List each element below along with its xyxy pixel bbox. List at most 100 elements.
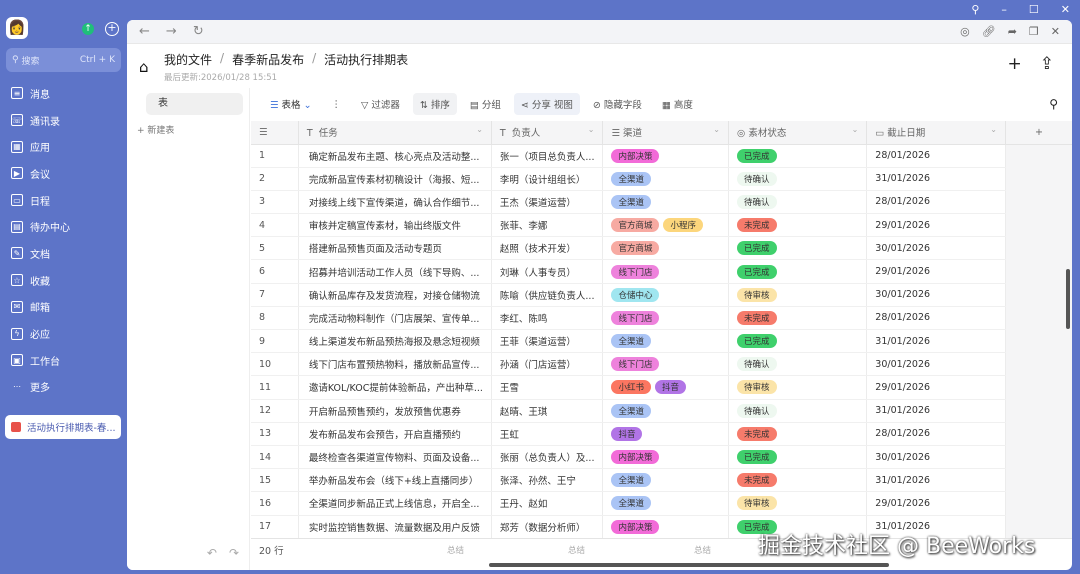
open-doc-tab[interactable]: 活动执行排期表-春...	[5, 415, 121, 439]
view-switcher[interactable]: ☰ 表格 ⌄	[263, 93, 319, 115]
status-cell[interactable]: 未完成	[728, 306, 868, 331]
task-cell[interactable]: 全渠道同步新品正式上线信息，开启全...	[298, 491, 492, 516]
task-cell[interactable]: 线下门店布置预热物料，播放新品宣传...	[298, 352, 492, 377]
close-tab-icon[interactable]: ✕	[1051, 25, 1060, 38]
table-row[interactable]: 11 邀请KOL/KOC提前体验新品，产出种草... 王雪 小红书 抖音 待审核 29/01…	[251, 375, 1072, 400]
column-header-channel[interactable]: ☰ 渠道 ⌄	[602, 121, 729, 145]
due-date-cell[interactable]: 31/01/2026	[866, 329, 1006, 354]
channel-cell[interactable]: 官方商城	[602, 236, 729, 261]
sidebar-item[interactable]: ✉ 邮箱	[0, 294, 127, 321]
search-icon[interactable]: ⚲	[1049, 97, 1058, 111]
row-number[interactable]: 4	[251, 213, 299, 238]
redo-icon[interactable]: ↷	[229, 546, 239, 560]
column-header-task[interactable]: T 任务 ⌄	[298, 121, 492, 145]
table-row[interactable]: 10 线下门店布置预热物料，播放新品宣传... 孙涵（门店运营） 线下门店 待确认 30/…	[251, 352, 1072, 377]
new-table-button[interactable]: + 新建表	[137, 123, 249, 136]
row-number[interactable]: 17	[251, 515, 299, 538]
task-cell[interactable]: 线上渠道发布新品预热海报及悬念短视频	[298, 329, 492, 354]
task-cell[interactable]: 确定新品发布主题、核心亮点及活动整...	[298, 144, 492, 168]
channel-cell[interactable]: 小红书 抖音	[602, 375, 729, 400]
owner-cell[interactable]: 张丽（总负责人）及...	[491, 445, 604, 470]
owner-cell[interactable]: 张泽、孙然、王宁	[491, 468, 604, 493]
channel-cell[interactable]: 内部决策	[602, 445, 729, 470]
row-number[interactable]: 14	[251, 445, 299, 470]
status-cell[interactable]: 已完成	[728, 236, 868, 261]
owner-cell[interactable]: 赵照（技术开发）	[491, 236, 604, 261]
sidebar-item[interactable]: ▭ 日程	[0, 187, 127, 214]
row-number[interactable]: 10	[251, 352, 299, 377]
task-cell[interactable]: 招募并培训活动工作人员（线下导购、...	[298, 259, 492, 284]
owner-cell[interactable]: 郑芳（数据分析师）	[491, 515, 604, 538]
upload-status-icon[interactable]: ↑	[82, 23, 94, 35]
channel-cell[interactable]: 全渠道	[602, 468, 729, 493]
sidebar-item[interactable]: ✎ 文档	[0, 240, 127, 267]
channel-cell[interactable]: 线下门店	[602, 352, 729, 377]
add-icon[interactable]: +	[1008, 54, 1022, 74]
row-number[interactable]: 13	[251, 422, 299, 446]
table-row[interactable]: 8 完成活动物料制作（门店展架、宣传单... 李红、陈鸣 线下门店 未完成 28/01/2…	[251, 306, 1072, 331]
row-height-button[interactable]: ▦ 高度	[655, 93, 700, 115]
channel-cell[interactable]: 官方商城 小程序	[602, 213, 729, 238]
due-date-cell[interactable]: 29/01/2026	[866, 491, 1006, 516]
owner-cell[interactable]: 王菲（渠道运营）	[491, 329, 604, 354]
due-date-cell[interactable]: 30/01/2026	[866, 445, 1006, 470]
filter-button[interactable]: ▽ 过滤器	[354, 93, 407, 115]
sidebar-item[interactable]: ≡ 消息	[0, 80, 127, 107]
summary-channel[interactable]: 总结	[694, 544, 711, 556]
channel-cell[interactable]: 全渠道	[602, 399, 729, 423]
owner-cell[interactable]: 王虹	[491, 422, 604, 446]
owner-cell[interactable]: 李红、陈鸣	[491, 306, 604, 331]
status-cell[interactable]: 待确认	[728, 352, 868, 377]
task-cell[interactable]: 最终检查各渠道宣传物料、页面及设备...	[298, 445, 492, 470]
status-cell[interactable]: 已完成	[728, 445, 868, 470]
channel-cell[interactable]: 抖音	[602, 422, 729, 446]
compass-icon[interactable]: ◎	[960, 25, 970, 38]
horizontal-scrollbar[interactable]	[489, 563, 889, 567]
due-date-cell[interactable]: 30/01/2026	[866, 236, 1006, 261]
hide-fields-button[interactable]: ⊘ 隐藏字段	[586, 93, 649, 115]
row-number[interactable]: 15	[251, 468, 299, 493]
task-cell[interactable]: 实时监控销售数据、流量数据及用户反馈	[298, 515, 492, 538]
copy-window-icon[interactable]: ❐	[1029, 25, 1039, 38]
column-header-owner[interactable]: T 负责人 ⌄	[491, 121, 604, 145]
status-cell[interactable]: 待审核	[728, 375, 868, 400]
due-date-cell[interactable]: 31/01/2026	[866, 468, 1006, 493]
owner-cell[interactable]: 李明（设计组组长）	[491, 167, 604, 191]
channel-cell[interactable]: 内部决策	[602, 515, 729, 538]
undo-icon[interactable]: ↶	[207, 546, 217, 560]
channel-cell[interactable]: 线下门店	[602, 259, 729, 284]
row-number[interactable]: 7	[251, 283, 299, 307]
due-date-cell[interactable]: 31/01/2026	[866, 167, 1006, 191]
table-row[interactable]: 7 确认新品库存及发货流程，对接仓储物流 陈喻（供应链负责人... 仓储中心 待审核 30…	[251, 283, 1072, 307]
table-row[interactable]: 16 全渠道同步新品正式上线信息，开启全... 王丹、赵如 全渠道 待审核 29/01/2…	[251, 491, 1072, 516]
due-date-cell[interactable]: 28/01/2026	[866, 422, 1006, 446]
column-header-due-date[interactable]: ▭ 截止日期 ⌄	[866, 121, 1006, 145]
table-row[interactable]: 1 确定新品发布主题、核心亮点及活动整... 张一（项目总负责人... 内部决策 已完成…	[251, 144, 1072, 168]
owner-cell[interactable]: 赵晴、王琪	[491, 399, 604, 423]
column-header-status[interactable]: ◎ 素材状态 ⌄	[728, 121, 868, 145]
due-date-cell[interactable]: 28/01/2026	[866, 144, 1006, 168]
sidebar-item[interactable]: ▣ 工作台	[0, 347, 127, 374]
sidebar-item[interactable]: ☏ 通讯录	[0, 107, 127, 134]
due-date-cell[interactable]: 30/01/2026	[866, 352, 1006, 377]
table-row[interactable]: 2 完成新品宣传素材初稿设计（海报、短... 李明（设计组组长） 全渠道 待确认 31/0…	[251, 167, 1072, 191]
channel-cell[interactable]: 内部决策	[602, 144, 729, 168]
owner-cell[interactable]: 王雪	[491, 375, 604, 400]
status-cell[interactable]: 待确认	[728, 399, 868, 423]
task-cell[interactable]: 搭建新品预售页面及活动专题页	[298, 236, 492, 261]
task-cell[interactable]: 开启新品预售预约，发放预售优惠券	[298, 399, 492, 423]
export-icon[interactable]: ⇪	[1040, 54, 1054, 74]
owner-cell[interactable]: 王杰（渠道运营）	[491, 190, 604, 215]
table-row[interactable]: 12 开启新品预售预约，发放预售优惠券 赵晴、王琪 全渠道 待确认 31/01/2026	[251, 399, 1072, 423]
summary-owner[interactable]: 总结	[568, 544, 585, 556]
avatar[interactable]: 👩	[6, 17, 28, 39]
row-number[interactable]: 6	[251, 259, 299, 284]
status-cell[interactable]: 待确认	[728, 190, 868, 215]
row-number[interactable]: 3	[251, 190, 299, 215]
due-date-cell[interactable]: 30/01/2026	[866, 283, 1006, 307]
vertical-scrollbar[interactable]	[1066, 269, 1070, 329]
add-icon[interactable]: +	[105, 22, 119, 36]
search-input[interactable]: ⚲ 搜索 Ctrl + K	[6, 48, 121, 72]
status-cell[interactable]: 已完成	[728, 329, 868, 354]
sidebar-item[interactable]: ▤ 待办中心	[0, 213, 127, 240]
